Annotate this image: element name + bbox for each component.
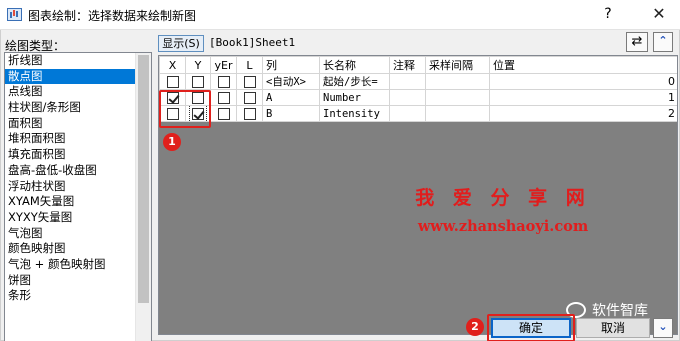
window-title: 图表绘制：选择数据来绘制新图 (28, 9, 197, 23)
yer-checkbox[interactable] (217, 92, 230, 104)
yer-checkbox[interactable] (217, 76, 230, 88)
cell-l (236, 89, 263, 106)
sampling-cell (425, 73, 490, 90)
sheet-path-label: [Book1]Sheet1 (209, 36, 296, 49)
y-checkbox[interactable] (192, 76, 204, 88)
plot-type-item[interactable]: 饼图 (5, 273, 136, 289)
position-cell: 0 (489, 73, 677, 90)
plot-type-items: 折线图 散点图 点线图 柱状图/条形图 面积图 堆积面积图 填充面积图 盘高-盘低-收盘图 浮动… (5, 53, 136, 304)
table-row: B Intensity 2 (159, 105, 677, 122)
watermark-url: www.zhanshaoyi.com (417, 218, 589, 235)
plot-type-item[interactable]: 柱状图/条形图 (5, 100, 136, 116)
table-header-row: X Y yEr L 列 长名称 注释 采样间隔 位置 (159, 56, 677, 74)
cell-yer (210, 105, 237, 122)
position-cell: 2 (489, 105, 677, 122)
plot-list-scrollbar[interactable] (135, 53, 151, 341)
cell-l (236, 105, 263, 122)
plot-type-item[interactable]: 气泡 + 颜色映射图 (5, 257, 136, 273)
comment-cell (389, 89, 426, 106)
chart-app-icon (7, 8, 22, 21)
l-checkbox[interactable] (243, 92, 256, 104)
x-checkbox[interactable] (166, 76, 179, 88)
plot-type-item[interactable]: XYAM矢量图 (5, 194, 136, 210)
scrollbar-thumb[interactable] (138, 55, 149, 303)
title-bar: 图表绘制：选择数据来绘制新图 ? ✕ (0, 0, 680, 30)
plot-type-item[interactable]: 点线图 (5, 84, 136, 100)
plot-type-item[interactable]: XYXY矢量图 (5, 210, 136, 226)
l-checkbox[interactable] (243, 108, 256, 120)
l-checkbox[interactable] (243, 76, 256, 88)
comment-cell (389, 105, 426, 122)
plot-setup-dialog: 绘图类型： 折线图 散点图 点线图 柱状图/条形图 面积图 堆积面积图 填充面积图 盘高-盘低… (0, 30, 680, 341)
sampling-cell (425, 89, 490, 106)
close-button[interactable]: ✕ (648, 3, 670, 25)
ok-button[interactable]: 确定 (491, 318, 571, 338)
sampling-cell (425, 105, 490, 122)
swap-icon[interactable]: ⇄ (626, 32, 648, 52)
long-name-cell: Intensity (319, 105, 390, 122)
cell-l (236, 73, 263, 90)
plot-type-item[interactable]: 条形 (5, 288, 136, 304)
watermark: 我 爱 分 享 网 www.zhanshaoyi.com (363, 183, 643, 235)
cell-yer (210, 73, 237, 90)
yer-checkbox[interactable] (217, 108, 230, 120)
plot-type-item[interactable]: 散点图 (5, 68, 136, 85)
wechat-watermark: 软件智库 (566, 300, 648, 320)
header-l: L (236, 56, 263, 74)
plot-type-item[interactable]: 堆积面积图 (5, 131, 136, 147)
cell-yer (210, 89, 237, 106)
header-sampling: 采样间隔 (425, 56, 490, 74)
header-long-name: 长名称 (319, 56, 390, 74)
table-row: <自动X> 起始/步长= 0 (159, 73, 677, 90)
annotation-marker-1: 1 (163, 133, 181, 151)
column-name-cell: A (262, 89, 320, 106)
header-comment: 注释 (389, 56, 426, 74)
column-name-cell: <自动X> (262, 73, 320, 90)
expand-icon[interactable]: ⌄ (653, 318, 673, 338)
annotation-box-1 (159, 90, 211, 128)
cell-x (159, 73, 186, 90)
cancel-button[interactable]: 取消 (576, 318, 650, 338)
cell-y (185, 73, 211, 90)
watermark-title: 我 爱 分 享 网 (415, 187, 591, 209)
collapse-icon[interactable]: ⌃ (653, 32, 673, 52)
plot-type-item[interactable]: 浮动柱状图 (5, 179, 136, 195)
table-row: A Number 1 (159, 89, 677, 106)
long-name-cell: Number (319, 89, 390, 106)
plot-type-item[interactable]: 气泡图 (5, 226, 136, 242)
wechat-label: 软件智库 (592, 303, 648, 319)
show-button[interactable]: 显示(S) (158, 35, 204, 52)
comment-cell (389, 73, 426, 90)
help-button[interactable]: ? (598, 4, 618, 24)
plot-type-item[interactable]: 颜色映射图 (5, 241, 136, 257)
header-column: 列 (262, 56, 320, 74)
header-yer: yEr (210, 56, 237, 74)
long-name-cell: 起始/步长= (319, 73, 390, 90)
column-name-cell: B (262, 105, 320, 122)
header-y: Y (185, 56, 211, 74)
position-cell: 1 (489, 89, 677, 106)
plot-type-item[interactable]: 盘高-盘低-收盘图 (5, 163, 136, 179)
column-table: X Y yEr L 列 长名称 注释 采样间隔 位置 <自动X> 起始/步长= 0 A… (159, 56, 677, 122)
header-position: 位置 (489, 56, 677, 74)
plot-type-item[interactable]: 填充面积图 (5, 147, 136, 163)
annotation-marker-2: 2 (466, 318, 484, 336)
plot-type-item[interactable]: 折线图 (5, 53, 136, 69)
table-body: <自动X> 起始/步长= 0 A Number 1 B Intensity 2 (159, 73, 677, 122)
plot-type-list[interactable]: 折线图 散点图 点线图 柱状图/条形图 面积图 堆积面积图 填充面积图 盘高-盘低-收盘图 浮动… (4, 52, 152, 341)
header-x: X (159, 56, 186, 74)
plot-type-item[interactable]: 面积图 (5, 116, 136, 132)
